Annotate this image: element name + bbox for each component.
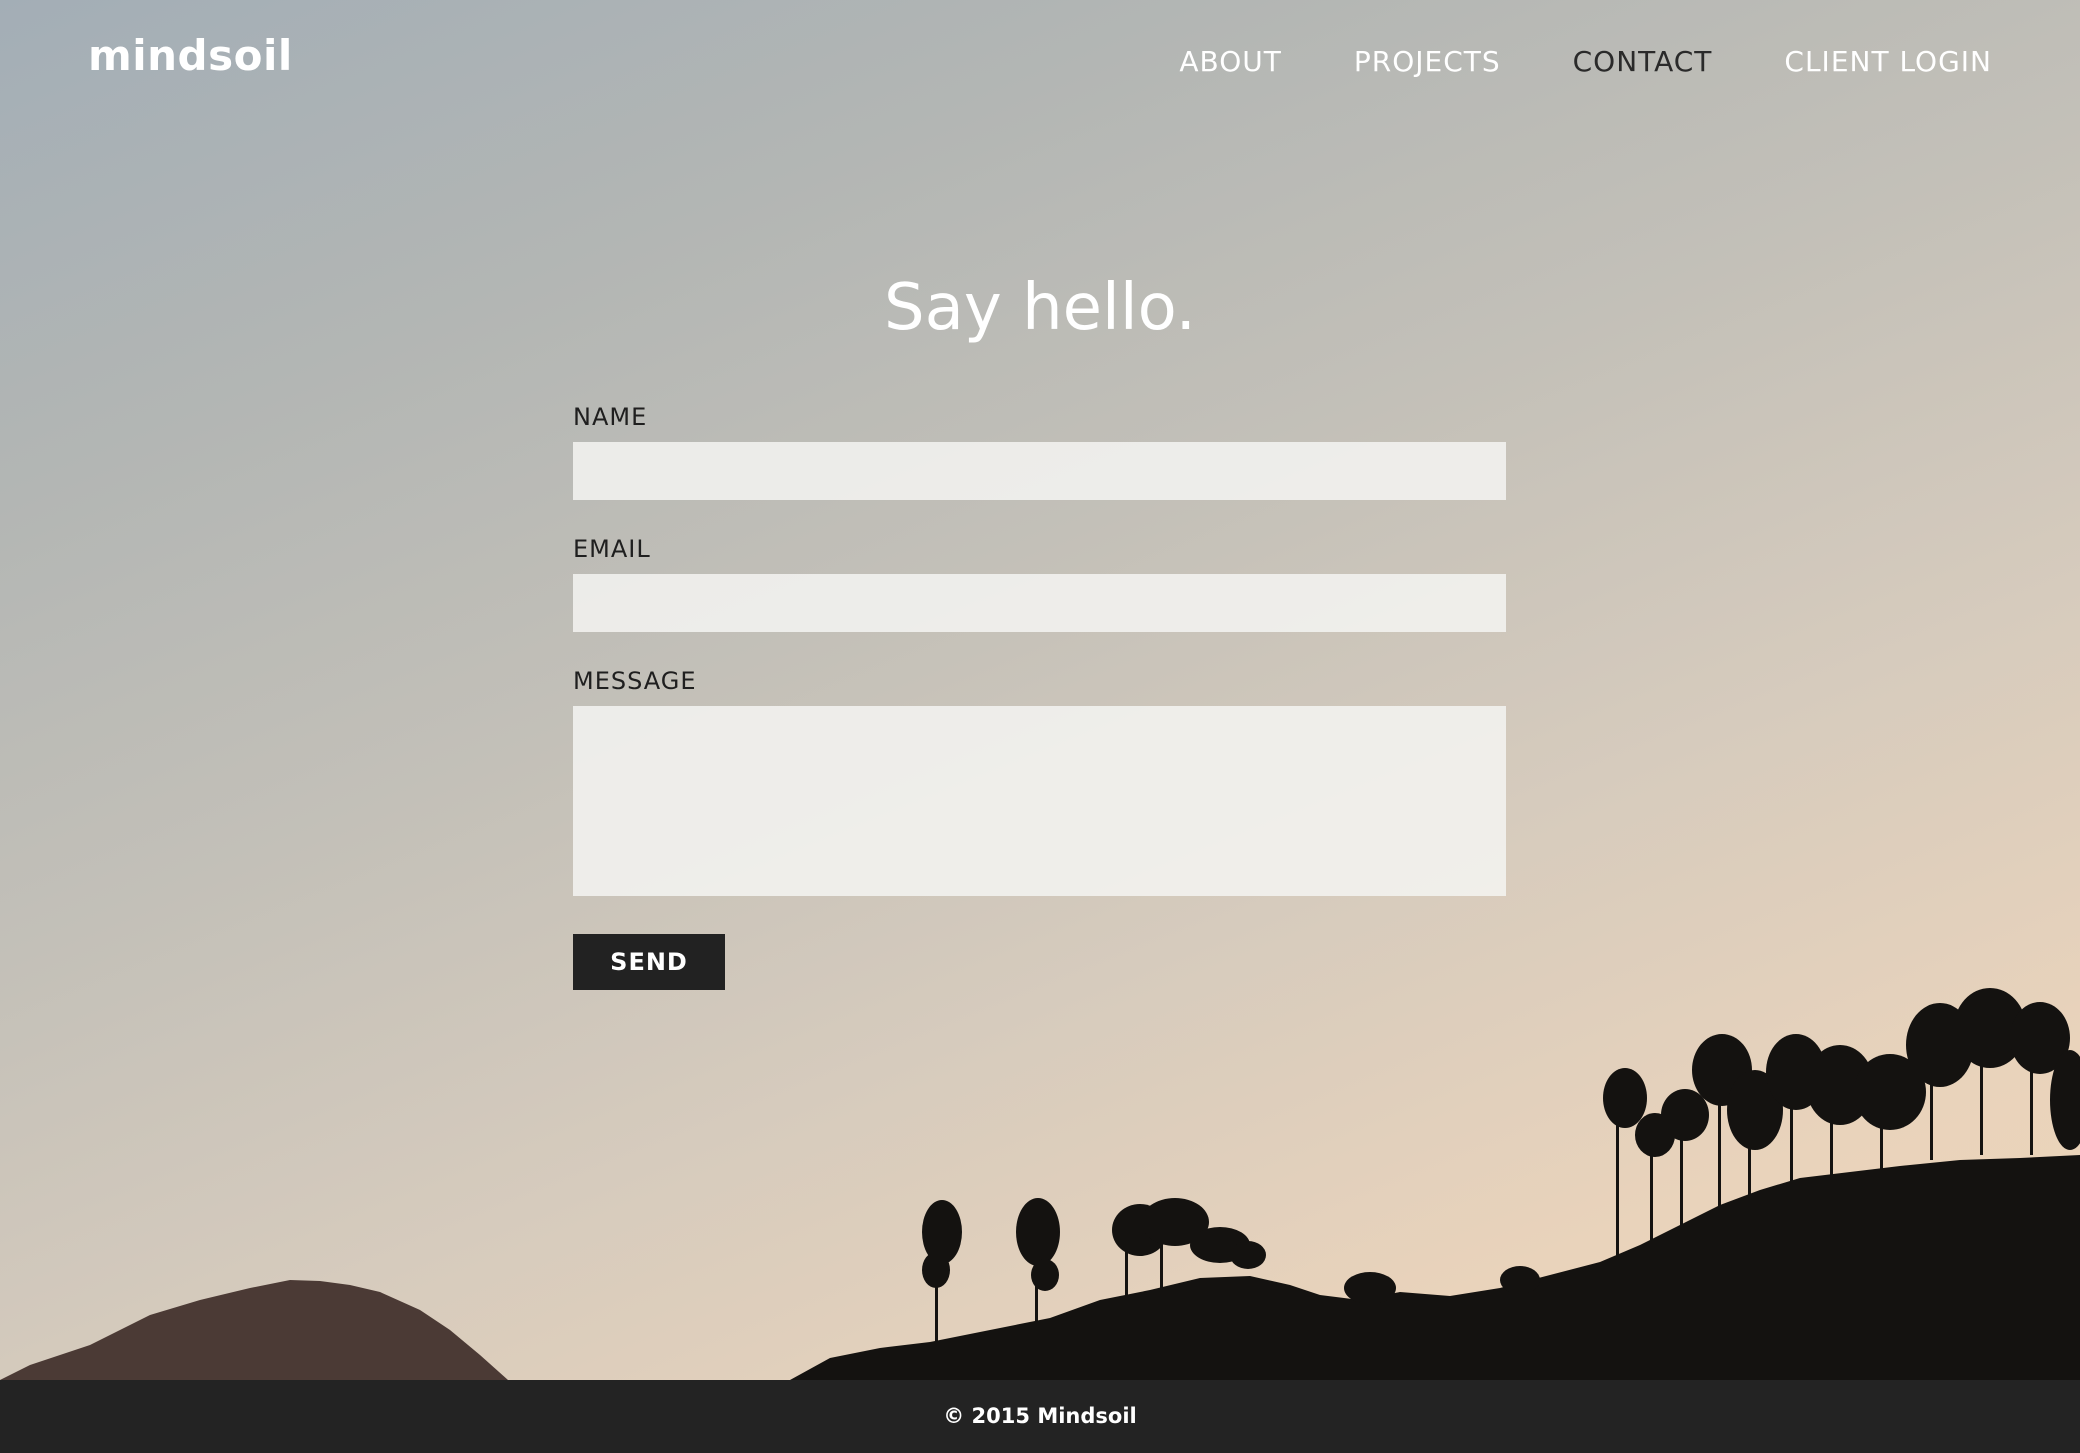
left-hill [0, 1280, 508, 1380]
site-logo[interactable]: mindsoil [88, 28, 293, 84]
send-button[interactable]: SEND [573, 934, 725, 990]
contact-form: NAME EMAIL MESSAGE SEND [573, 400, 1506, 990]
footer: © 2015 Mindsoil [0, 1380, 2080, 1453]
main-nav: ABOUT PROJECTS CONTACT CLIENT LOGIN [1179, 44, 1992, 80]
copyright-text: © 2015 Mindsoil [943, 1404, 1137, 1428]
tree-1 [922, 1200, 962, 1345]
email-label: EMAIL [573, 535, 651, 563]
name-input[interactable] [573, 442, 1506, 500]
nav-contact[interactable]: CONTACT [1573, 44, 1713, 80]
email-input[interactable] [573, 574, 1506, 632]
right-hills [790, 988, 2080, 1380]
nav-client-login[interactable]: CLIENT LOGIN [1784, 44, 1992, 80]
message-label: MESSAGE [573, 667, 697, 695]
nav-about[interactable]: ABOUT [1179, 44, 1282, 80]
name-label: NAME [573, 403, 648, 431]
nav-projects[interactable]: PROJECTS [1354, 44, 1501, 80]
message-textarea[interactable] [573, 706, 1506, 896]
page-title: Say hello. [884, 271, 1196, 345]
